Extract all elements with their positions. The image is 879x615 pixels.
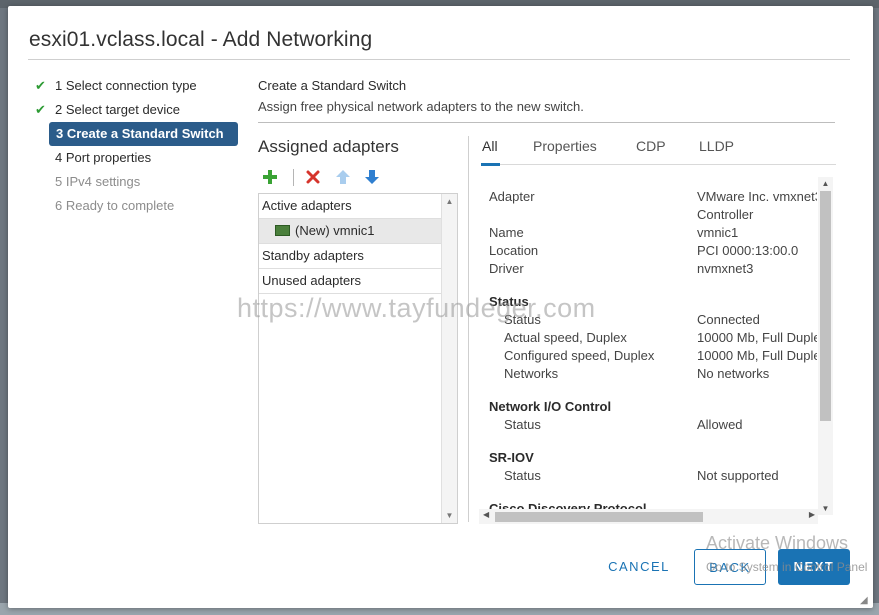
standby-adapters-group: Standby adapters [259,244,457,269]
location-value: PCI 0000:13:00.0 [697,243,799,258]
cancel-button[interactable]: CANCEL [602,549,676,585]
pane-divider [468,136,469,522]
networks-label: Networks [504,366,559,381]
scroll-up-icon[interactable]: ▲ [442,197,457,206]
configured-speed-label: Configured speed, Duplex [504,348,655,363]
step-select-connection-type[interactable]: ✔ 1 Select connection type [33,74,243,98]
step-create-standard-switch[interactable]: 3 Create a Standard Switch [49,122,238,146]
actual-speed-label: Actual speed, Duplex [504,330,627,345]
status-label: Status [504,312,541,327]
wizard-steps: ✔ 1 Select connection type ✔ 2 Select ta… [33,74,243,218]
nioc-section-heading: Network I/O Control [489,399,612,414]
adapter-detail-tabs: All Properties CDP LLDP [481,136,836,166]
adapter-value: VMware Inc. vmxnet3 [697,189,817,204]
sriov-status-label: Status [504,468,541,483]
content-divider [258,122,835,123]
driver-value: nvmxnet3 [697,261,754,276]
scroll-right-icon[interactable]: ▶ [809,510,815,519]
unused-adapters-group: Unused adapters [259,269,457,294]
properties-horizontal-scrollbar[interactable]: ◀ ▶ [479,509,818,524]
driver-label: Driver [489,261,524,276]
adapter-list-scrollbar[interactable]: ▲ ▼ [441,194,457,523]
toolbar-separator [293,169,294,186]
check-icon: ✔ [35,102,46,117]
tab-properties[interactable]: Properties [533,138,597,154]
sriov-section-heading: SR-IOV [489,450,534,465]
actual-speed-value: 10000 Mb, Full Duplex [697,330,817,345]
location-label: Location [489,243,539,258]
name-value: vmnic1 [697,225,739,240]
back-button[interactable]: BACK [694,549,766,585]
step-ready-to-complete: 6 Ready to complete [55,198,175,213]
active-adapters-group: Active adapters [259,194,457,219]
sriov-status-value: Not supported [697,468,779,483]
scroll-up-icon[interactable]: ▲ [818,179,833,188]
next-button[interactable]: NEXT [778,549,850,585]
status-value: Connected [697,312,760,327]
tab-lldp[interactable]: LLDP [699,138,734,154]
adapter-value-controller: Controller [697,207,754,222]
status-section-heading: Status [489,294,529,309]
scrollbar-thumb[interactable] [820,191,831,421]
assigned-adapters-list: Active adapters (New) vmnic1 Standby ada… [258,193,458,524]
scroll-down-icon[interactable]: ▼ [442,511,457,520]
dialog-title: esxi01.vclass.local - Add Networking [29,28,373,51]
adapter-properties-pane: Adapter VMware Inc. vmxnet3 Controller N… [479,171,835,523]
content-subtitle: Assign free physical network adapters to… [258,99,584,114]
network-adapter-icon [275,225,290,236]
content-title: Create a Standard Switch [258,78,407,93]
configured-speed-value: 10000 Mb, Full Duplex [697,348,817,363]
scroll-down-icon[interactable]: ▼ [818,504,833,513]
tab-cdp[interactable]: CDP [636,138,666,154]
add-icon[interactable] [262,169,280,187]
move-down-icon[interactable] [364,169,382,187]
tab-all[interactable]: All [481,138,500,166]
resize-grip-icon[interactable]: ◢ [860,596,869,606]
adapter-vmnic1[interactable]: (New) vmnic1 [259,219,457,244]
scroll-left-icon[interactable]: ◀ [483,510,489,519]
step-port-properties[interactable]: 4 Port properties [33,146,243,170]
adapter-label: Adapter [489,189,535,204]
scrollbar-thumb[interactable] [495,512,703,522]
assigned-adapters-title: Assigned adapters [258,137,399,156]
check-icon: ✔ [35,78,46,93]
add-networking-dialog: esxi01.vclass.local - Add Networking ✔ 1… [8,6,873,608]
step-select-target-device[interactable]: ✔ 2 Select target device [33,98,243,122]
networks-value: No networks [697,366,770,381]
name-label: Name [489,225,524,240]
nioc-status-value: Allowed [697,417,743,432]
nioc-status-label: Status [504,417,541,432]
step-ipv4-settings: 5 IPv4 settings [55,174,141,189]
move-up-icon[interactable] [335,169,353,187]
title-divider [28,59,850,60]
properties-vertical-scrollbar[interactable]: ▲ ▼ [818,177,833,515]
remove-icon[interactable] [305,169,323,187]
